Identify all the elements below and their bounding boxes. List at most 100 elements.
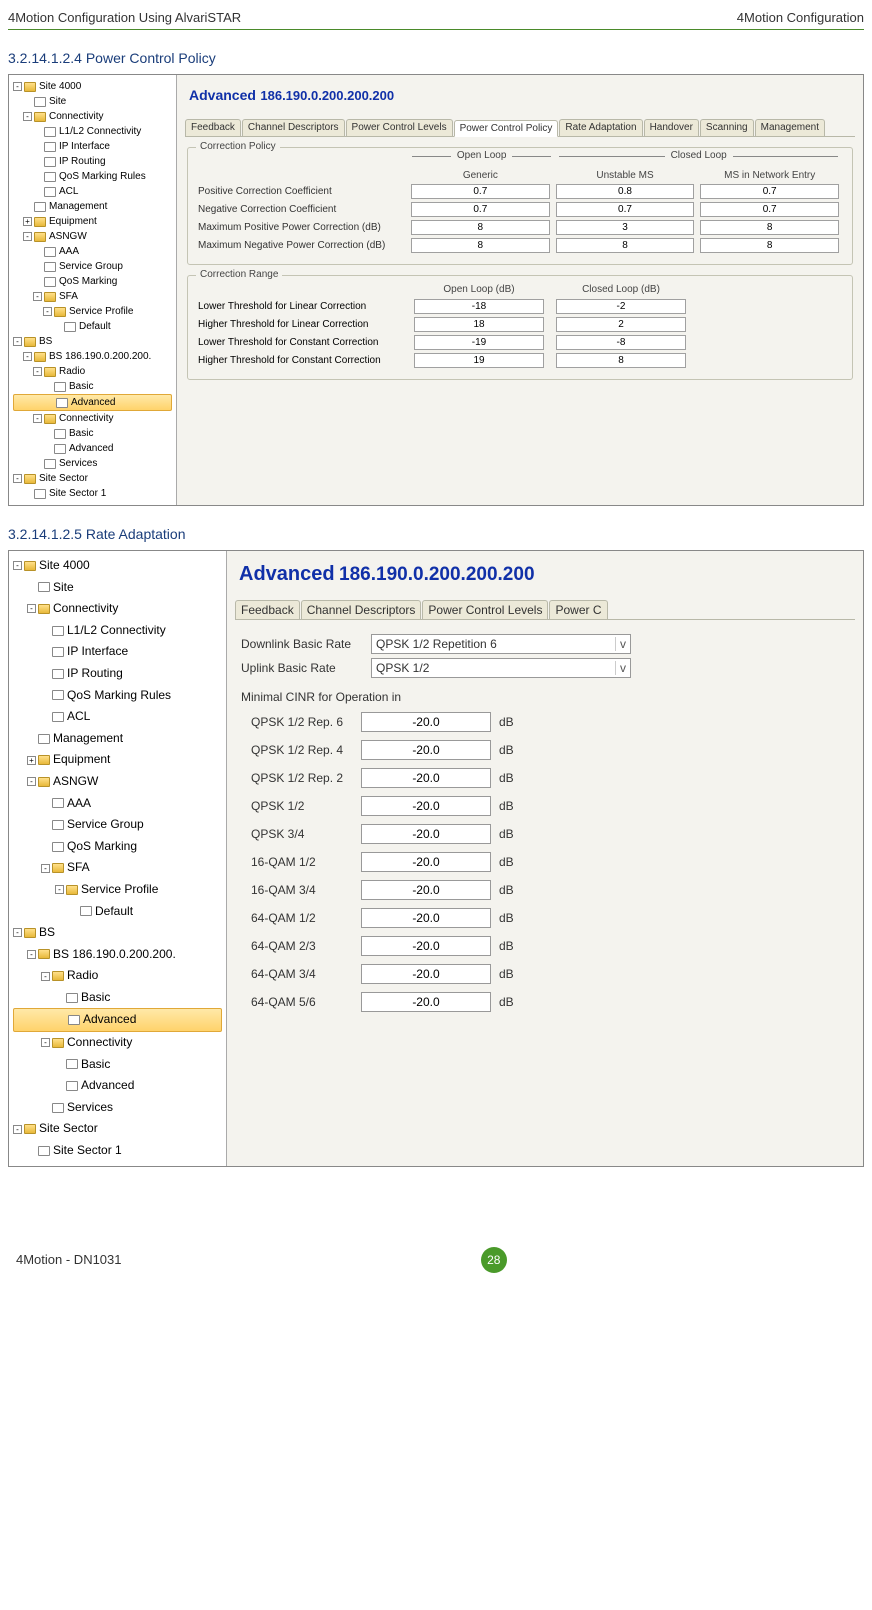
tree-item[interactable]: Services xyxy=(13,1097,222,1119)
tree-item[interactable]: QoS Marking xyxy=(13,836,222,858)
tab[interactable]: Power Control Levels xyxy=(422,600,548,619)
expand-icon[interactable]: - xyxy=(13,337,22,346)
tree-item[interactable]: Service Group xyxy=(13,814,222,836)
tree-item[interactable]: Advanced xyxy=(13,394,172,411)
value-input[interactable] xyxy=(411,220,550,235)
expand-icon[interactable]: - xyxy=(13,561,22,570)
tree-item[interactable]: -Connectivity xyxy=(13,411,172,426)
tree-item[interactable]: -ASNGW xyxy=(13,771,222,793)
value-input[interactable] xyxy=(411,238,550,253)
expand-icon[interactable]: - xyxy=(13,1125,22,1134)
tree-item[interactable]: -Connectivity xyxy=(13,598,222,620)
cinr-input[interactable] xyxy=(361,824,491,844)
tree-item[interactable]: QoS Marking Rules xyxy=(13,169,172,184)
tree-item[interactable]: -Connectivity xyxy=(13,1032,222,1054)
value-input[interactable] xyxy=(556,202,695,217)
tree-item[interactable]: AAA xyxy=(13,244,172,259)
nav-tree[interactable]: -Site 4000Site-ConnectivityL1/L2 Connect… xyxy=(9,75,177,505)
value-input[interactable] xyxy=(411,202,550,217)
tree-item[interactable]: -Site 4000 xyxy=(13,79,172,94)
tree-item[interactable]: Default xyxy=(13,901,222,923)
dl-rate-select[interactable]: QPSK 1/2 Repetition 6 v xyxy=(371,634,631,654)
expand-icon[interactable]: - xyxy=(27,604,36,613)
expand-icon[interactable]: - xyxy=(41,1038,50,1047)
cinr-input[interactable] xyxy=(361,992,491,1012)
expand-icon[interactable]: - xyxy=(55,885,64,894)
value-input[interactable] xyxy=(556,353,686,368)
expand-icon[interactable]: - xyxy=(27,950,36,959)
tree-item[interactable]: Site Sector 1 xyxy=(13,1140,222,1162)
tab[interactable]: Channel Descriptors xyxy=(242,119,345,136)
value-input[interactable] xyxy=(556,220,695,235)
tree-item[interactable]: Default xyxy=(13,319,172,334)
tree-item[interactable]: -Service Profile xyxy=(13,304,172,319)
cinr-input[interactable] xyxy=(361,796,491,816)
tree-item[interactable]: -SFA xyxy=(13,289,172,304)
value-input[interactable] xyxy=(556,317,686,332)
tree-item[interactable]: Basic xyxy=(13,379,172,394)
tab[interactable]: Feedback xyxy=(235,600,300,619)
expand-icon[interactable]: - xyxy=(33,367,42,376)
tree-item[interactable]: L1/L2 Connectivity xyxy=(13,620,222,642)
value-input[interactable] xyxy=(414,317,544,332)
tree-item[interactable]: -Site Sector xyxy=(13,471,172,486)
value-input[interactable] xyxy=(700,184,839,199)
tree-item[interactable]: -Site 4000 xyxy=(13,555,222,577)
expand-icon[interactable]: - xyxy=(23,352,32,361)
tree-item[interactable]: Site xyxy=(13,577,222,599)
tab[interactable]: Feedback xyxy=(185,119,241,136)
tree-item[interactable]: AAA xyxy=(13,793,222,815)
expand-icon[interactable]: - xyxy=(13,82,22,91)
expand-icon[interactable]: - xyxy=(13,928,22,937)
value-input[interactable] xyxy=(556,238,695,253)
tree-item[interactable]: -BS 186.190.0.200.200. xyxy=(13,349,172,364)
tree-item[interactable]: Advanced xyxy=(13,441,172,456)
expand-icon[interactable]: - xyxy=(23,232,32,241)
cinr-input[interactable] xyxy=(361,852,491,872)
tree-item[interactable]: Management xyxy=(13,199,172,214)
tree-item[interactable]: Basic xyxy=(13,987,222,1009)
cinr-input[interactable] xyxy=(361,740,491,760)
expand-icon[interactable]: - xyxy=(41,972,50,981)
value-input[interactable] xyxy=(700,202,839,217)
tree-item[interactable]: -SFA xyxy=(13,857,222,879)
nav-tree[interactable]: -Site 4000Site-ConnectivityL1/L2 Connect… xyxy=(9,551,227,1166)
tab[interactable]: Power C xyxy=(549,600,607,619)
tree-item[interactable]: -Service Profile xyxy=(13,879,222,901)
tree-item[interactable]: Basic xyxy=(13,426,172,441)
tab[interactable]: Rate Adaptation xyxy=(559,119,642,136)
tree-item[interactable]: -Radio xyxy=(13,965,222,987)
value-input[interactable] xyxy=(700,238,839,253)
expand-icon[interactable]: + xyxy=(27,756,36,765)
ul-rate-select[interactable]: QPSK 1/2 v xyxy=(371,658,631,678)
tree-item[interactable]: Advanced xyxy=(13,1008,222,1032)
tree-item[interactable]: -Site Sector xyxy=(13,1118,222,1140)
tree-item[interactable]: -BS xyxy=(13,334,172,349)
tree-item[interactable]: Basic xyxy=(13,1054,222,1076)
tree-item[interactable]: +Equipment xyxy=(13,214,172,229)
tree-item[interactable]: ACL xyxy=(13,706,222,728)
tree-item[interactable]: Services xyxy=(13,456,172,471)
expand-icon[interactable]: - xyxy=(33,292,42,301)
tree-item[interactable]: ACL xyxy=(13,184,172,199)
tab[interactable]: Management xyxy=(755,119,825,136)
tab[interactable]: Scanning xyxy=(700,119,754,136)
tree-item[interactable]: IP Interface xyxy=(13,139,172,154)
tree-item[interactable]: Advanced xyxy=(13,1075,222,1097)
tree-item[interactable]: QoS Marking Rules xyxy=(13,685,222,707)
expand-icon[interactable]: - xyxy=(43,307,52,316)
tree-item[interactable]: IP Routing xyxy=(13,154,172,169)
tree-item[interactable]: -BS 186.190.0.200.200. xyxy=(13,944,222,966)
expand-icon[interactable]: - xyxy=(27,777,36,786)
value-input[interactable] xyxy=(414,335,544,350)
tab[interactable]: Power Control Levels xyxy=(346,119,453,136)
value-input[interactable] xyxy=(411,184,550,199)
expand-icon[interactable]: - xyxy=(13,474,22,483)
expand-icon[interactable]: + xyxy=(23,217,32,226)
tree-item[interactable]: +Equipment xyxy=(13,749,222,771)
value-input[interactable] xyxy=(556,299,686,314)
tree-item[interactable]: IP Interface xyxy=(13,641,222,663)
tree-item[interactable]: -Radio xyxy=(13,364,172,379)
tab[interactable]: Channel Descriptors xyxy=(301,600,422,619)
value-input[interactable] xyxy=(700,220,839,235)
